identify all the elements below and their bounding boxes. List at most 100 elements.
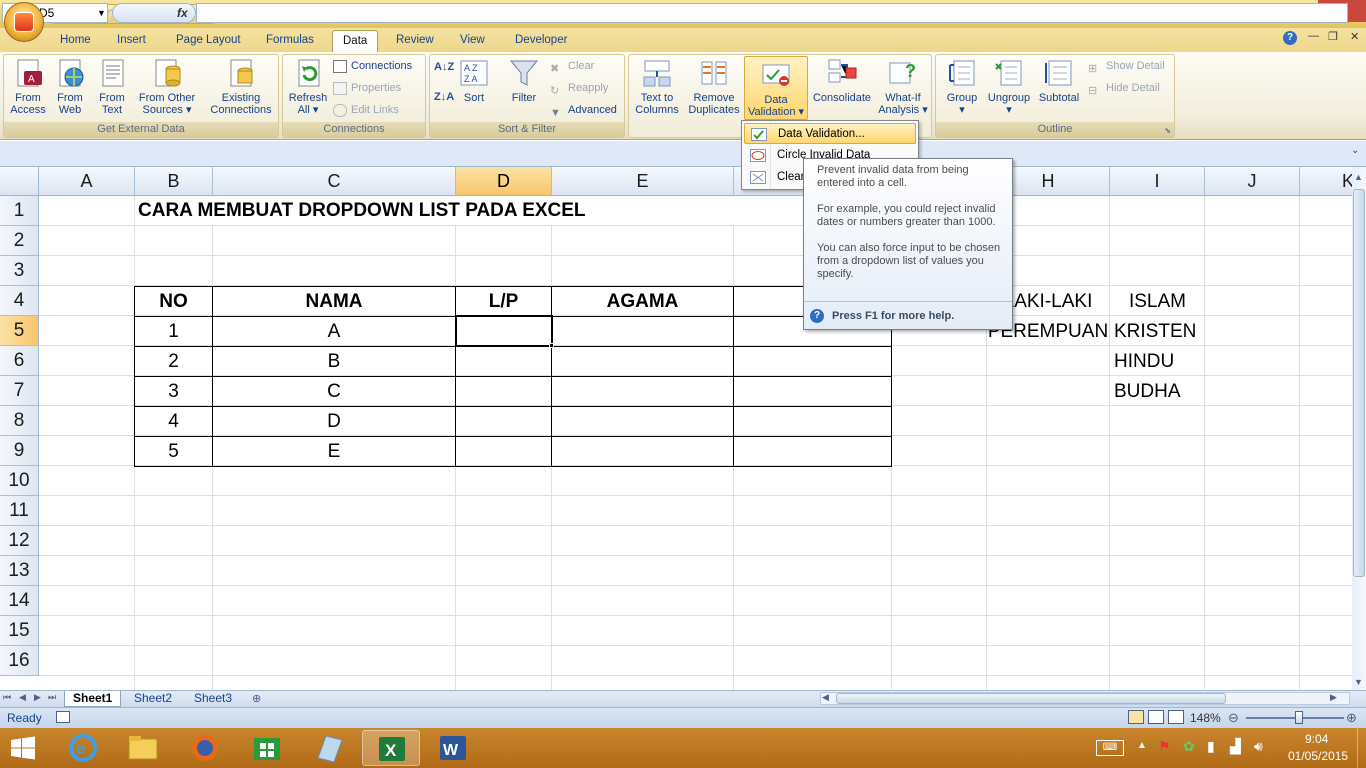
cell-no[interactable]: 3 [135, 377, 212, 407]
sort-z-to-a-icon[interactable]: Z↓A [434, 91, 454, 111]
religion-list-item[interactable]: HINDU [1114, 347, 1174, 377]
show-hidden-icons-icon[interactable]: ▲ [1137, 740, 1147, 751]
sheet-title[interactable]: CARA MEMBUAT DROPDOWN LIST PADA EXCEL [138, 196, 586, 226]
row-header-7[interactable]: 7 [0, 376, 39, 406]
header-no[interactable]: NO [135, 287, 212, 317]
firefox-icon[interactable] [176, 730, 234, 766]
religion-list-item[interactable]: KRISTEN [1114, 317, 1196, 347]
next-sheet-icon[interactable]: ▶ [34, 692, 41, 703]
from-web-button[interactable]: From Web [50, 57, 90, 116]
sheet-tab-sheet3[interactable]: Sheet3 [186, 691, 240, 707]
row-header-4[interactable]: 4 [0, 286, 39, 316]
cell-nama[interactable]: A [213, 317, 455, 347]
show-desktop-button[interactable] [1357, 728, 1366, 768]
religion-list-item[interactable]: ISLAM [1110, 287, 1205, 317]
office-button[interactable] [4, 2, 44, 42]
sheet-tab-sheet2[interactable]: Sheet2 [126, 691, 180, 707]
page-break-view-icon[interactable] [1168, 710, 1184, 724]
tab-formulas[interactable]: Formulas [256, 30, 324, 52]
tab-insert[interactable]: Insert [107, 30, 156, 52]
sort-a-to-z-icon[interactable]: A↓Z [434, 61, 454, 81]
edit-links-button[interactable]: Edit Links [333, 101, 399, 121]
refresh-all-button[interactable]: Refresh All ▾ [285, 57, 331, 116]
tab-view[interactable]: View [450, 30, 495, 52]
cell-nama[interactable]: E [213, 437, 455, 467]
row-header-2[interactable]: 2 [0, 226, 39, 256]
scroll-up-icon[interactable]: ▲ [1354, 172, 1363, 182]
clock-date[interactable]: 01/05/2015 [1288, 749, 1348, 763]
prev-sheet-icon[interactable]: ◀ [19, 692, 26, 703]
column-header-e[interactable]: E [552, 167, 734, 196]
battery-icon[interactable]: ▮ [1207, 738, 1215, 755]
vertical-scroll-thumb[interactable] [1353, 189, 1365, 577]
select-all-button[interactable] [0, 167, 39, 196]
help-icon[interactable]: ? [1283, 31, 1297, 45]
column-header-j[interactable]: J [1205, 167, 1300, 196]
page-layout-view-icon[interactable] [1148, 710, 1164, 724]
insert-function-icon[interactable]: fx [177, 6, 188, 20]
worksheet-grid[interactable]: A B C D E F G H I J K 1 2 3 4 5 6 7 8 9 … [0, 167, 1352, 690]
tab-data[interactable]: Data [332, 30, 379, 52]
column-header-b[interactable]: B [135, 167, 213, 196]
row-header-1[interactable]: 1 [0, 196, 39, 226]
from-access-button[interactable]: A From Access [6, 57, 50, 116]
row-header-12[interactable]: 12 [0, 526, 39, 556]
row-header-11[interactable]: 11 [0, 496, 39, 526]
file-explorer-icon[interactable] [114, 730, 172, 766]
name-box-dropdown-icon[interactable]: ▼ [97, 4, 106, 22]
properties-button[interactable]: Properties [333, 79, 401, 99]
clock-time[interactable]: 9:04 [1305, 732, 1328, 746]
notes-app-icon[interactable] [300, 730, 358, 766]
scroll-down-icon[interactable]: ▼ [1354, 677, 1363, 687]
expand-formula-bar-icon[interactable]: ⌄ [1351, 145, 1359, 156]
formula-input[interactable] [196, 3, 1348, 23]
excel-taskbar-icon[interactable]: X [362, 730, 420, 766]
horizontal-scroll-thumb[interactable] [836, 693, 1226, 704]
cell-no[interactable]: 2 [135, 347, 212, 377]
insert-sheet-icon[interactable]: ⊕ [252, 692, 261, 705]
zoom-level[interactable]: 148% [1190, 711, 1221, 725]
tab-developer[interactable]: Developer [505, 30, 577, 52]
remove-duplicates-button[interactable]: Remove Duplicates [685, 57, 743, 116]
normal-view-icon[interactable] [1128, 710, 1144, 724]
scroll-right-icon[interactable]: ▶ [1330, 692, 1337, 703]
connections-button[interactable]: Connections [333, 57, 412, 77]
tab-review[interactable]: Review [386, 30, 444, 52]
cell-no[interactable]: 1 [135, 317, 212, 347]
row-header-13[interactable]: 13 [0, 556, 39, 586]
zoom-slider-thumb[interactable] [1295, 711, 1303, 724]
row-header-14[interactable]: 14 [0, 586, 39, 616]
signal-icon[interactable]: ▟ [1230, 738, 1241, 755]
row-header-16[interactable]: 16 [0, 646, 39, 676]
column-header-i[interactable]: I [1110, 167, 1205, 196]
subtotal-button[interactable]: Subtotal [1034, 57, 1084, 104]
keyboard-icon[interactable]: ⌨ [1096, 740, 1124, 756]
volume-icon[interactable]: 🔊︎ [1254, 738, 1263, 755]
action-center-icon[interactable]: ⚑ [1158, 738, 1171, 755]
reapply-button[interactable]: ↻ Reapply [550, 79, 608, 99]
outline-dialog-launcher-icon[interactable]: ⬊ [1164, 126, 1171, 135]
show-detail-button[interactable]: ⊞ Show Detail [1088, 57, 1165, 77]
text-to-columns-button[interactable]: Text to Columns [631, 57, 683, 116]
zoom-out-icon[interactable]: ⊖ [1228, 710, 1239, 726]
cell-nama[interactable]: C [213, 377, 455, 407]
cell-no[interactable]: 5 [135, 437, 212, 467]
hide-detail-button[interactable]: ⊟ Hide Detail [1088, 79, 1160, 99]
sheet-tab-sheet1[interactable]: Sheet1 [64, 691, 122, 707]
first-sheet-icon[interactable]: ⏮ [3, 692, 11, 703]
header-lp[interactable]: L/P [456, 287, 551, 317]
from-other-sources-button[interactable]: From Other Sources ▾ [132, 57, 202, 116]
fill-handle[interactable] [549, 343, 554, 348]
row-header-15[interactable]: 15 [0, 616, 39, 646]
religion-list-item[interactable]: BUDHA [1114, 377, 1181, 407]
menu-item-data-validation[interactable]: Data Validation... [744, 123, 916, 144]
consolidate-button[interactable]: Consolidate [809, 57, 875, 104]
header-agama[interactable]: AGAMA [552, 287, 733, 317]
network-app-icon[interactable]: ✿ [1183, 738, 1195, 755]
active-cell-d5[interactable] [455, 315, 553, 347]
row-header-9[interactable]: 9 [0, 436, 39, 466]
from-text-button[interactable]: From Text [92, 57, 132, 116]
workbook-close-icon[interactable]: ✕ [1350, 30, 1359, 43]
ungroup-button[interactable]: Ungroup ▾ [984, 57, 1034, 116]
row-header-10[interactable]: 10 [0, 466, 39, 496]
